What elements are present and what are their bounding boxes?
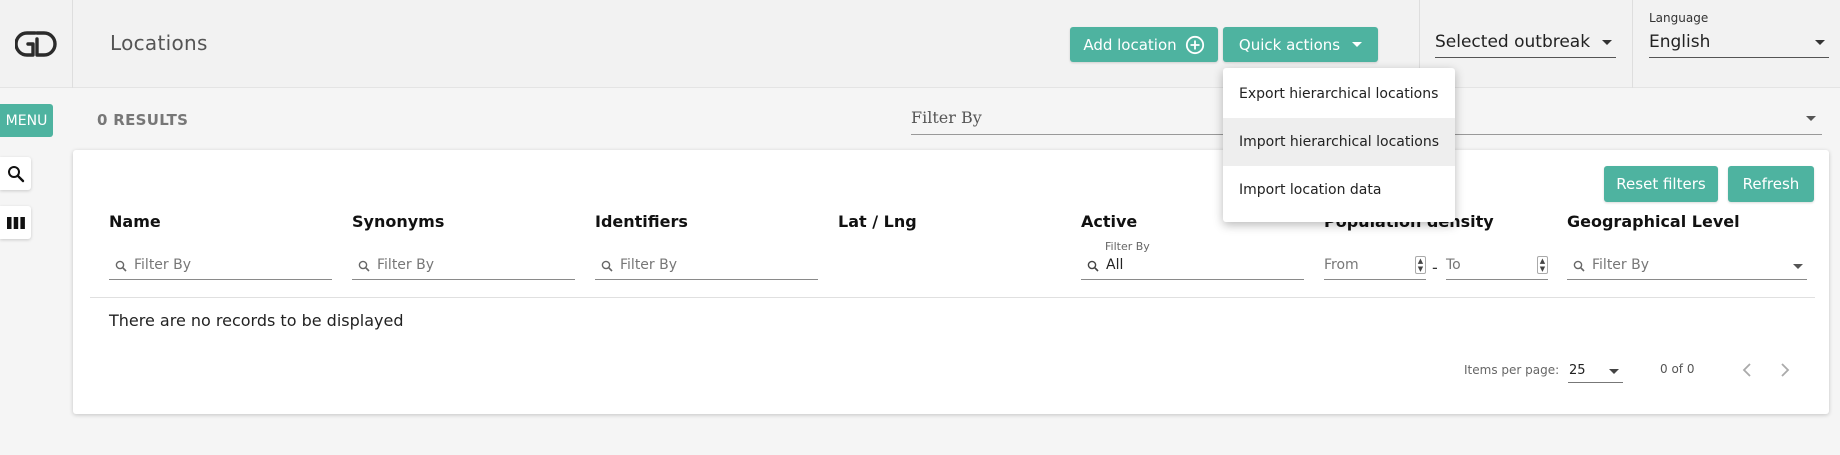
language-label: Language [1649, 11, 1709, 25]
add-location-button[interactable]: Add location [1070, 27, 1218, 62]
locations-table-card [73, 150, 1829, 414]
caret-down-icon [1806, 116, 1816, 121]
header-divider [1632, 0, 1633, 88]
quick-actions-menu: Export hierarchical locations Import hie… [1223, 68, 1455, 222]
population-from-input[interactable]: From ▲ ▼ [1324, 251, 1426, 280]
column-header-geographical-level[interactable]: Geographical Level [1567, 212, 1740, 231]
filter-placeholder: Filter By [134, 257, 192, 273]
language-select[interactable]: English [1649, 28, 1829, 58]
caret-down-icon [1609, 369, 1619, 374]
caret-down-icon [1793, 264, 1803, 269]
items-per-page-label: Items per page: [1464, 363, 1560, 377]
reset-filters-button[interactable]: Reset filters [1604, 166, 1718, 202]
header-row-divider [90, 297, 1815, 298]
to-placeholder: To [1446, 257, 1461, 273]
previous-page-button[interactable] [1735, 358, 1759, 382]
caret-down-icon [1352, 42, 1363, 47]
add-location-label: Add location [1083, 35, 1177, 54]
columns-icon [6, 216, 25, 229]
name-filter-input[interactable]: Filter By [109, 251, 332, 280]
quick-actions-label: Quick actions [1238, 35, 1341, 54]
outbreak-select[interactable]: Selected outbreak [1435, 28, 1616, 58]
from-placeholder: From [1324, 257, 1359, 273]
search-icon [1087, 260, 1099, 272]
active-filter-select[interactable]: All [1081, 251, 1304, 280]
filter-placeholder: Filter By [620, 257, 678, 273]
logo[interactable] [0, 0, 73, 88]
pagination-range: 0 of 0 [1660, 362, 1695, 376]
items-per-page-value: 25 [1569, 363, 1586, 378]
column-header-identifiers[interactable]: Identifiers [595, 212, 688, 231]
population-to-input[interactable]: To ▲ ▼ [1446, 251, 1548, 280]
caret-down-icon [1815, 40, 1825, 45]
side-columns-button[interactable] [0, 206, 31, 239]
menu-item-import-location-data[interactable]: Import location data [1223, 166, 1455, 214]
side-search-button[interactable] [0, 157, 31, 190]
results-count: 0 RESULTS [97, 111, 189, 129]
empty-table-message: There are no records to be displayed [109, 311, 404, 330]
column-header-synonyms[interactable]: Synonyms [352, 212, 444, 231]
chevron-right-icon [1781, 363, 1790, 377]
search-icon [1573, 260, 1585, 272]
quick-actions-button[interactable]: Quick actions [1223, 27, 1378, 62]
search-icon [7, 165, 24, 182]
search-icon [601, 260, 613, 272]
next-page-button[interactable] [1773, 358, 1797, 382]
geographical-level-filter-select[interactable]: Filter By [1567, 251, 1807, 280]
language-select-value: English [1649, 32, 1711, 52]
items-per-page-select[interactable]: 25 [1568, 360, 1623, 383]
search-icon [358, 260, 370, 272]
synonyms-filter-input[interactable]: Filter By [352, 251, 575, 280]
column-header-active[interactable]: Active [1081, 212, 1137, 231]
caret-down-icon [1602, 40, 1612, 45]
number-spinner-icon[interactable]: ▲ ▼ [1415, 256, 1426, 274]
menu-button[interactable]: MENU [0, 104, 53, 137]
menu-item-import-hierarchical-locations[interactable]: Import hierarchical locations [1223, 118, 1455, 166]
active-filter-value: All [1106, 257, 1124, 273]
identifiers-filter-input[interactable]: Filter By [595, 251, 818, 280]
chevron-left-icon [1742, 363, 1751, 377]
search-icon [115, 260, 127, 272]
go-data-logo-icon [15, 31, 57, 57]
column-header-latlng[interactable]: Lat / Lng [838, 212, 917, 231]
range-separator: - [1432, 258, 1438, 277]
column-header-name[interactable]: Name [109, 212, 161, 231]
page-title: Locations [110, 31, 208, 55]
filter-placeholder: Filter By [1592, 257, 1650, 273]
outbreak-select-value: Selected outbreak [1435, 32, 1591, 52]
number-spinner-icon[interactable]: ▲ ▼ [1537, 256, 1548, 274]
filter-by-placeholder: Filter By [911, 108, 982, 127]
filter-placeholder: Filter By [377, 257, 435, 273]
menu-item-export-hierarchical-locations[interactable]: Export hierarchical locations [1223, 70, 1455, 118]
plus-circle-icon [1185, 35, 1205, 55]
refresh-button[interactable]: Refresh [1728, 166, 1814, 202]
